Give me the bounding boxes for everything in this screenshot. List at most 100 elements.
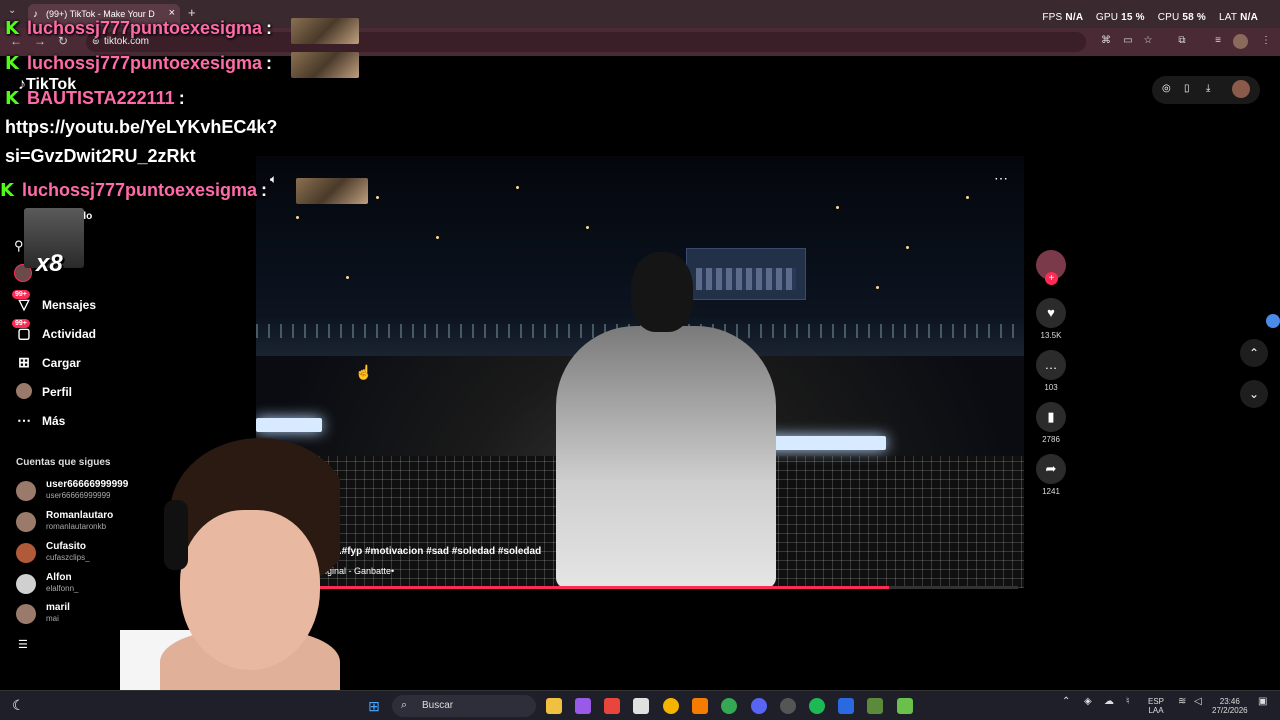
sidebar-item-mensajes[interactable]: ▽ 99+ Mensajes [12,290,96,316]
chrome-profile-icon[interactable] [721,698,737,714]
sidebar-item-mas[interactable]: ⋯ Más [14,410,65,432]
sidebar-item-perfil[interactable]: Perfil [14,381,72,403]
compass-icon[interactable]: ◎ [1162,83,1171,94]
store-icon[interactable] [633,698,649,714]
chat-username: luchossj777puntoexesigma [21,180,258,200]
tab-list-icon[interactable]: ⌄ [8,5,16,16]
tray-app-icon[interactable]: ◈ [1084,697,1092,707]
tiktok-logo-text: TikTok [26,76,77,93]
lang-layout: LAA [1148,706,1164,715]
comment-count: 103 [1044,383,1058,392]
user-avatar[interactable] [1232,80,1250,98]
follow-plus-icon[interactable]: + [1045,272,1058,285]
city-light [376,196,379,199]
activity-icon: ▢ 99+ [12,319,34,343]
emote-image [291,52,359,78]
bookmark-star-icon[interactable]: ☆ [1142,35,1154,47]
tray-chevron-icon[interactable]: ⌃ [1062,697,1070,707]
discord-icon[interactable] [751,698,767,714]
taskbar-search[interactable]: ⌕ Buscar [392,695,536,717]
comment-button[interactable]: … 103 [1034,350,1068,392]
lang-code: ESP [1148,697,1165,706]
app-icon[interactable] [575,698,591,714]
cast-icon[interactable]: ▭ [1122,35,1134,47]
tiktok-logo[interactable]: ♪TikTok [18,76,76,94]
clock-time: 23:46 [1219,697,1240,706]
chat-message-text: si=GvzDwit2RU_2zRkt [5,146,196,167]
kick-badge-icon: K [5,88,19,109]
inbox-icon: ▽ 99+ [12,290,34,314]
city-light [516,186,519,189]
video-progress-bar[interactable] [300,586,1018,589]
extensions-icon[interactable]: ⧉ [1176,35,1188,47]
list-icon[interactable]: ☰ [18,638,28,651]
bookmark-icon: ▮ [1036,402,1066,432]
device-icon[interactable]: ▯ [1184,83,1190,94]
screen: ⌄ ♪ (99+) TikTok - Make Your D × + ← → ↻… [0,0,1280,720]
sidebar-item-label: Más [42,414,66,428]
avatar [16,512,36,532]
wifi-icon[interactable]: ≋ [1178,697,1186,707]
more-dots-icon: ⋯ [17,412,31,428]
next-video-button[interactable]: ⌄ [1240,380,1268,408]
windows-start-icon[interactable]: ⊞ [366,698,382,714]
person-icon[interactable]: ⚲ [14,238,24,254]
file-explorer-icon[interactable] [546,698,562,714]
notification-icon[interactable]: ▣ [1258,697,1267,707]
spotify-icon[interactable] [809,698,825,714]
city-light [586,226,589,229]
cpu-label: CPU [1157,12,1180,23]
translate-icon[interactable]: ⌘ [1100,35,1112,47]
volume-tray-icon[interactable]: ◁ [1194,697,1202,707]
kick-badge-icon: K [0,180,14,201]
like-button[interactable]: ♥ 13.5K [1034,298,1068,340]
media-control-icon[interactable]: ≡ [1212,35,1224,47]
previous-video-button[interactable]: ⌃ [1240,339,1268,367]
performance-overlay: FPS N/A GPU 15 % CPU 58 % LAT N/A [1032,12,1258,23]
sidebar-item-actividad[interactable]: ▢ 99+ Actividad [12,319,97,345]
sidebar-item-cargar[interactable]: ⊞ Cargar [14,352,81,374]
lat-value: N/A [1240,12,1258,23]
settings-app-icon[interactable] [780,698,796,714]
windows-taskbar: ☾ ⊞ ⌕ Buscar ⌃ ◈ ☁ ♮ ESP LAA ≋ ◁ 23:46 27/… [0,690,1280,720]
webcam-overlay [40,430,340,690]
profile-icon [14,383,34,401]
tray-network-app-icon[interactable]: ☁ [1104,697,1114,707]
badge: 99+ [12,290,30,299]
sidebar-item-label: Actividad [42,327,97,341]
fps-label: FPS [1042,12,1063,23]
language-indicator[interactable]: ESP LAA [1148,697,1164,715]
emote-image [291,18,359,44]
menu-kebab-icon[interactable]: ⋮ [1260,35,1272,47]
chrome-icon[interactable] [663,698,679,714]
badge: 99+ [12,319,30,328]
launcher-icon[interactable] [897,698,913,714]
author-avatar-button[interactable]: + [1034,250,1068,285]
office-icon[interactable] [604,698,620,714]
save-count: 2786 [1042,435,1060,444]
sidebar-item-label: Perfil [42,385,73,399]
microphone-icon[interactable]: ♮ [1126,697,1130,707]
weather-icon[interactable]: ☾ [12,697,25,714]
chat-username: luchossj777puntoexesigma [26,53,263,73]
save-button[interactable]: ▮ 2786 [1034,402,1068,444]
more-options-icon[interactable]: ⋯ [994,170,1008,187]
notes-icon[interactable] [838,698,854,714]
tiktok-note-icon: ♪ [18,76,26,93]
profile-avatar[interactable] [1233,34,1248,49]
chat-message-text: https://youtu.be/YeLYKvhEC4k? [5,117,277,138]
volume-icon[interactable]: 🔈︎ [270,172,277,187]
chat-colon: : [266,53,273,73]
floating-mic-icon[interactable] [1266,314,1280,328]
download-icon[interactable]: ⤓ [1206,83,1210,94]
cloud-icon[interactable] [692,698,708,714]
minecraft-icon[interactable] [867,698,883,714]
avatar: + [1036,250,1066,285]
progress-fill [300,586,889,589]
chat-colon: : [178,88,185,108]
sidebar-item-label: Cargar [42,356,81,370]
gpu-label: GPU [1095,12,1119,23]
share-button[interactable]: ➦ 1241 [1034,454,1068,496]
clock[interactable]: 23:46 27/2/2026 [1212,697,1248,715]
upload-icon: ⊞ [18,354,30,370]
